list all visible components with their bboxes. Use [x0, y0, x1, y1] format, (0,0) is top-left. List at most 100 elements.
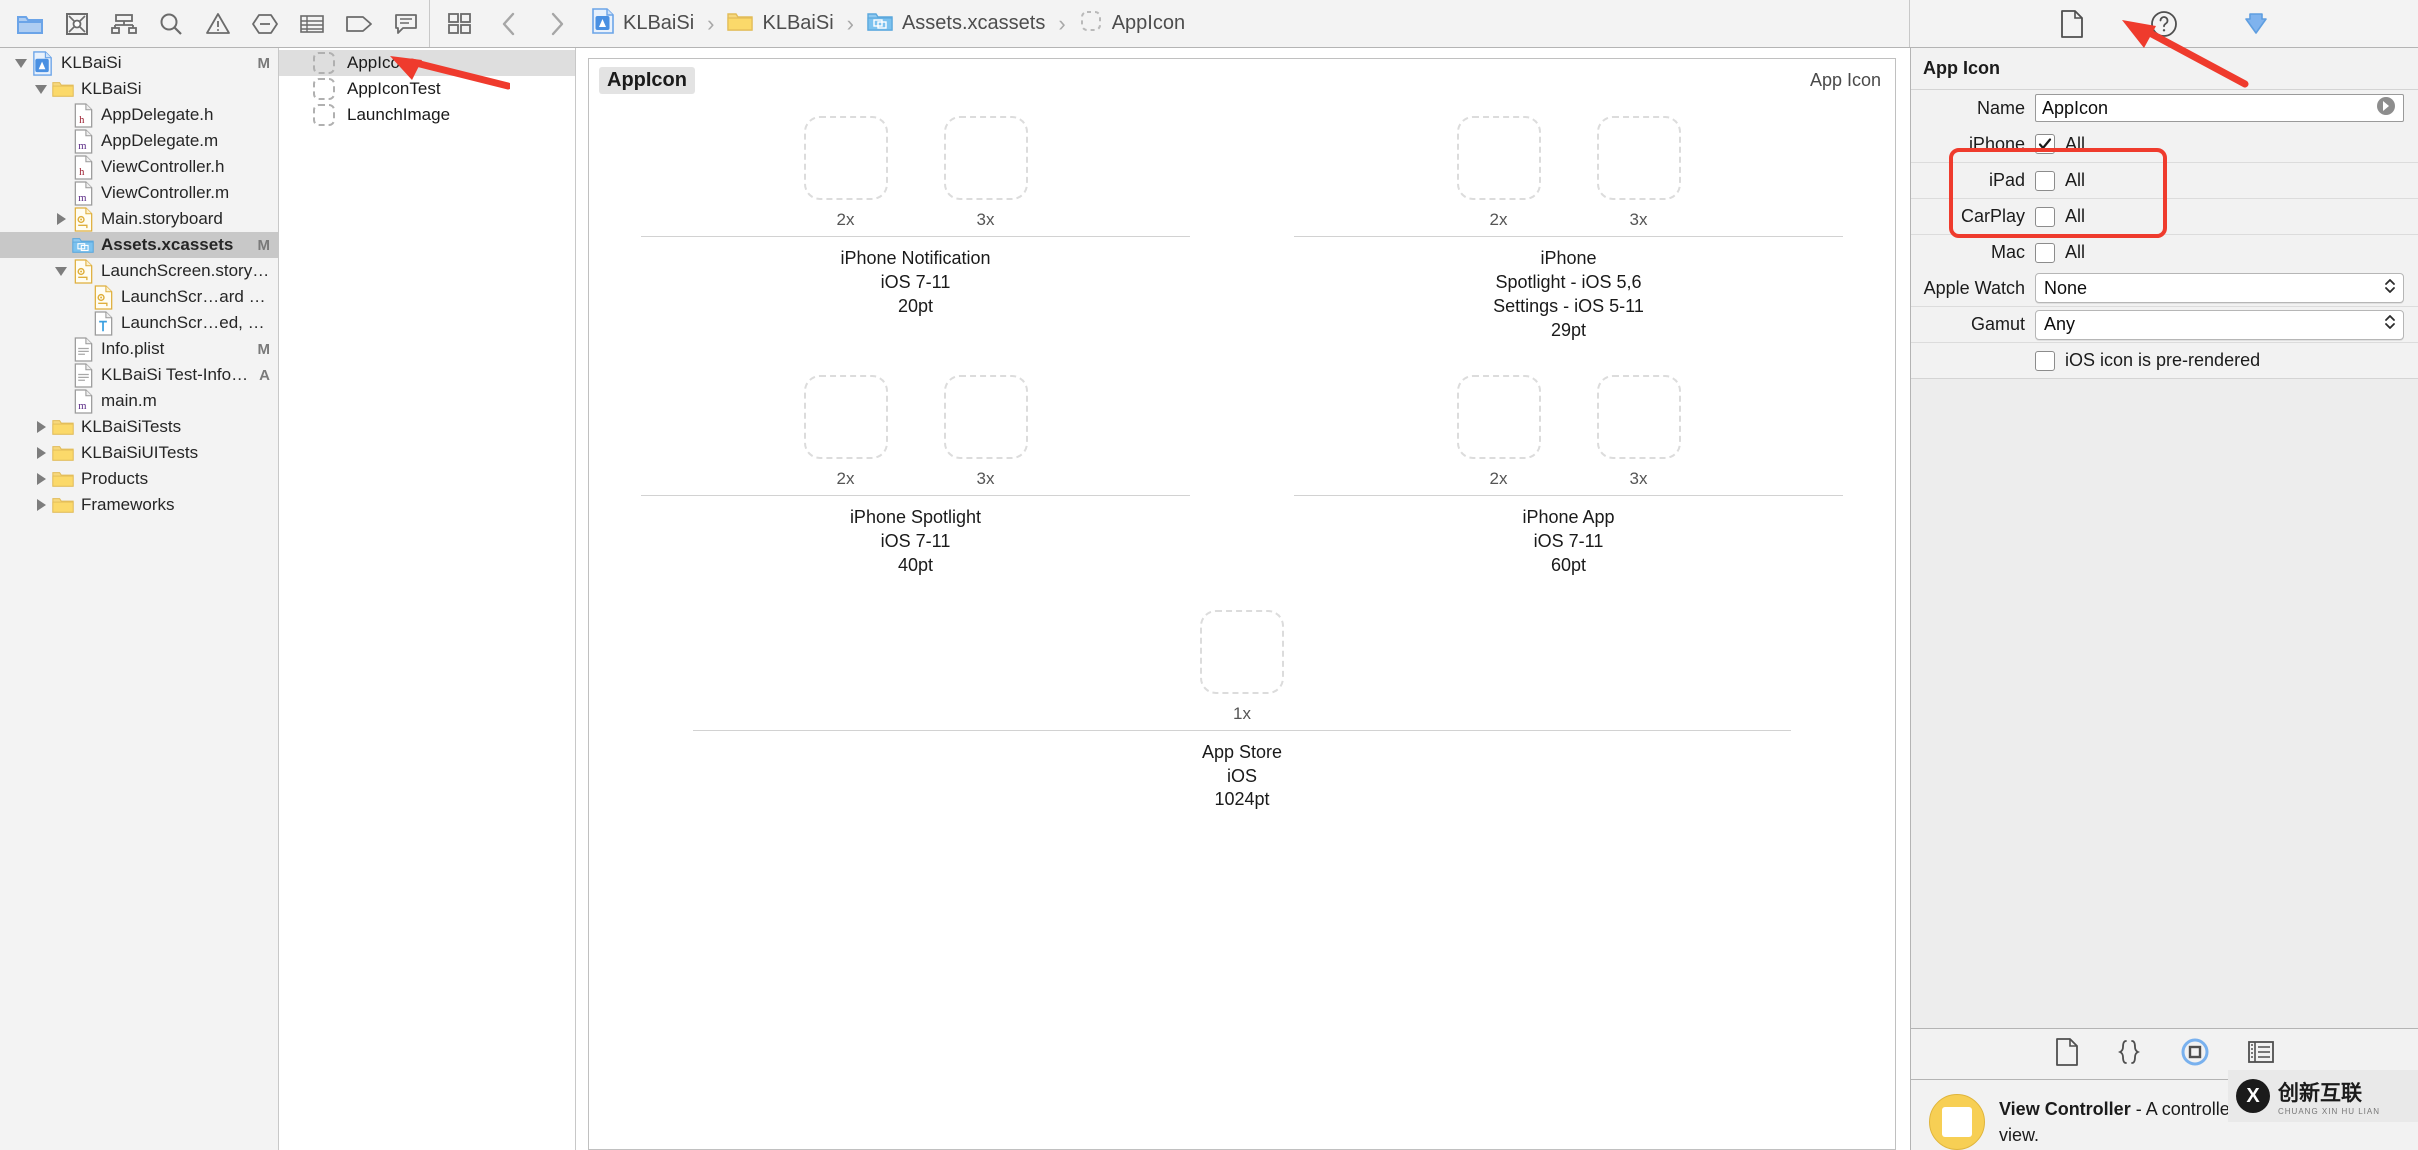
icon-drop-well[interactable]: [1456, 116, 1541, 200]
object-library-icon[interactable]: [2179, 1036, 2211, 1073]
disclosure-triangle-closed-icon[interactable]: [30, 473, 52, 485]
icon-drop-well[interactable]: [803, 116, 888, 200]
navigator-row[interactable]: m AppDelegate.m: [0, 128, 278, 154]
device-checkbox[interactable]: All: [2035, 206, 2404, 227]
navigator-row[interactable]: m ViewController.m: [0, 180, 278, 206]
icon-drop-slot[interactable]: 2x: [1456, 116, 1541, 230]
device-checkbox[interactable]: All: [2035, 134, 2404, 155]
asset-list-item[interactable]: AppIcon: [279, 50, 575, 76]
icon-drop-well[interactable]: [1200, 609, 1284, 694]
debug-list-icon[interactable]: [288, 4, 335, 44]
project-navigator[interactable]: KLBaiSi M KLBaiSi h AppDelegate.h m AppDelegat…: [0, 48, 279, 1150]
navigator-row[interactable]: LaunchScr…ed, China)): [0, 310, 278, 336]
icon-drop-slot[interactable]: 3x: [1596, 116, 1681, 230]
icon-drop-well[interactable]: [1596, 116, 1681, 200]
stepper-chevrons-icon[interactable]: [2383, 311, 2397, 338]
navigator-row[interactable]: Frameworks: [0, 492, 278, 518]
disclosure-triangle-open-icon[interactable]: [10, 58, 32, 68]
navigator-row[interactable]: KLBaiSi Test-Info.plist A: [0, 362, 278, 388]
scm-status-badge: M: [257, 236, 271, 254]
code-snippet-library-icon[interactable]: [2115, 1039, 2143, 1070]
slot-description: iPhone Spotlight - iOS 5,6 Settings - iOS …: [1493, 247, 1644, 353]
stepper-chevrons-icon[interactable]: [2383, 275, 2397, 302]
checkbox-box[interactable]: [2035, 170, 2055, 191]
disclosure-triangle-open-icon[interactable]: [30, 84, 52, 94]
navigator-row[interactable]: KLBaiSi: [0, 76, 278, 102]
navigator-row-label: LaunchScr…ard (Base): [121, 287, 270, 306]
asset-list-item-label: LaunchImage: [347, 105, 451, 124]
source-control-icon[interactable]: [53, 4, 100, 44]
navigator-row[interactable]: Main.storyboard: [0, 206, 278, 232]
breadcrumb-item-project[interactable]: KLBaiSi: [588, 8, 698, 39]
checkbox-box[interactable]: [2035, 350, 2055, 371]
gamut-row: Gamut Any: [1911, 306, 2418, 342]
disclosure-triangle-closed-icon[interactable]: [30, 447, 52, 459]
disclosure-triangle-closed-icon[interactable]: [30, 421, 52, 433]
symbol-hierarchy-icon[interactable]: [100, 4, 147, 44]
navigator-row[interactable]: h ViewController.h: [0, 154, 278, 180]
navigator-row[interactable]: Info.plist M: [0, 336, 278, 362]
reveal-arrow-icon[interactable]: [2375, 95, 2397, 122]
icon-drop-slot[interactable]: 2x: [1456, 374, 1541, 489]
navigator-row[interactable]: Assets.xcassets M: [0, 232, 278, 258]
cell-divider: [641, 236, 1190, 237]
search-icon[interactable]: [147, 4, 194, 44]
breadcrumb-label: Assets.xcassets: [901, 12, 1046, 34]
icon-drop-slot[interactable]: 1x: [1200, 609, 1284, 724]
checkbox-box[interactable]: [2035, 242, 2055, 263]
disclosure-triangle-closed-icon[interactable]: [30, 499, 52, 511]
navigator-row[interactable]: LaunchScreen.storyboard: [0, 258, 278, 284]
gamut-select[interactable]: Any: [2035, 309, 2404, 340]
navigator-row[interactable]: m main.m: [0, 388, 278, 414]
navigator-row[interactable]: KLBaiSi M: [0, 50, 278, 76]
back-chevron-icon[interactable]: [486, 4, 532, 44]
breadcrumb-item-group[interactable]: KLBaiSi: [723, 11, 837, 37]
navigator-row[interactable]: KLBaiSiTests: [0, 414, 278, 440]
navigator-row[interactable]: KLBaiSiUITests: [0, 440, 278, 466]
icon-drop-well[interactable]: [943, 374, 1028, 459]
assets-catalog-icon: [867, 11, 893, 37]
navigator-row[interactable]: h AppDelegate.h: [0, 102, 278, 128]
name-input[interactable]: AppIcon: [2035, 94, 2404, 122]
checkbox-box[interactable]: [2035, 206, 2055, 227]
breakpoint-tag-icon[interactable]: [335, 4, 382, 44]
icon-drop-slot[interactable]: 3x: [1596, 374, 1681, 489]
file-template-library-icon[interactable]: [2055, 1037, 2079, 1071]
report-speech-icon[interactable]: [382, 4, 429, 44]
icon-drop-slot[interactable]: 3x: [943, 374, 1028, 489]
checkbox-box[interactable]: [2035, 134, 2055, 154]
avatar-inner-square: [1942, 1107, 1972, 1137]
icon-drop-slot[interactable]: 3x: [943, 116, 1028, 230]
device-checkbox[interactable]: All: [2035, 242, 2404, 263]
attributes-inspector-icon[interactable]: [2232, 4, 2280, 44]
slot-description-line: iOS 7-11: [880, 271, 951, 292]
icon-drop-well[interactable]: [1596, 374, 1681, 459]
navigator-row[interactable]: LaunchScr…ard (Base): [0, 284, 278, 310]
inspector-body: Name AppIcon iPhone All iPad All CarPlay All M…: [1911, 90, 2418, 378]
icon-drop-slot[interactable]: 2x: [803, 374, 888, 489]
asset-list-item[interactable]: AppIconTest: [279, 76, 575, 102]
related-items-icon[interactable]: [436, 4, 484, 44]
icon-drop-well[interactable]: [1456, 374, 1541, 459]
forward-chevron-icon[interactable]: [534, 4, 580, 44]
media-library-icon[interactable]: [2247, 1040, 2275, 1069]
asset-list-item-label: AppIcon: [347, 53, 410, 72]
asset-catalog-list[interactable]: AppIcon AppIconTest LaunchImage: [279, 48, 576, 1150]
breadcrumb-item-appicon[interactable]: AppIcon: [1075, 9, 1189, 38]
folder-icon[interactable]: [6, 4, 53, 44]
apple-watch-select[interactable]: None: [2035, 273, 2404, 303]
breadcrumb-item-assets[interactable]: Assets.xcassets: [863, 11, 1049, 37]
quick-help-icon[interactable]: [2140, 4, 2188, 44]
test-diamond-icon[interactable]: [241, 4, 288, 44]
icon-drop-well[interactable]: [803, 374, 888, 459]
disclosure-triangle-open-icon[interactable]: [50, 266, 72, 276]
warning-triangle-icon[interactable]: [194, 4, 241, 44]
icon-drop-slot[interactable]: 2x: [803, 116, 888, 230]
file-inspector-icon[interactable]: [2048, 4, 2096, 44]
navigator-row[interactable]: Products: [0, 466, 278, 492]
icon-drop-well[interactable]: [943, 116, 1028, 200]
asset-list-item[interactable]: LaunchImage: [279, 102, 575, 128]
device-checkbox[interactable]: All: [2035, 170, 2404, 191]
prerendered-checkbox[interactable]: iOS icon is pre-rendered: [2035, 350, 2404, 371]
disclosure-triangle-closed-icon[interactable]: [50, 213, 72, 225]
